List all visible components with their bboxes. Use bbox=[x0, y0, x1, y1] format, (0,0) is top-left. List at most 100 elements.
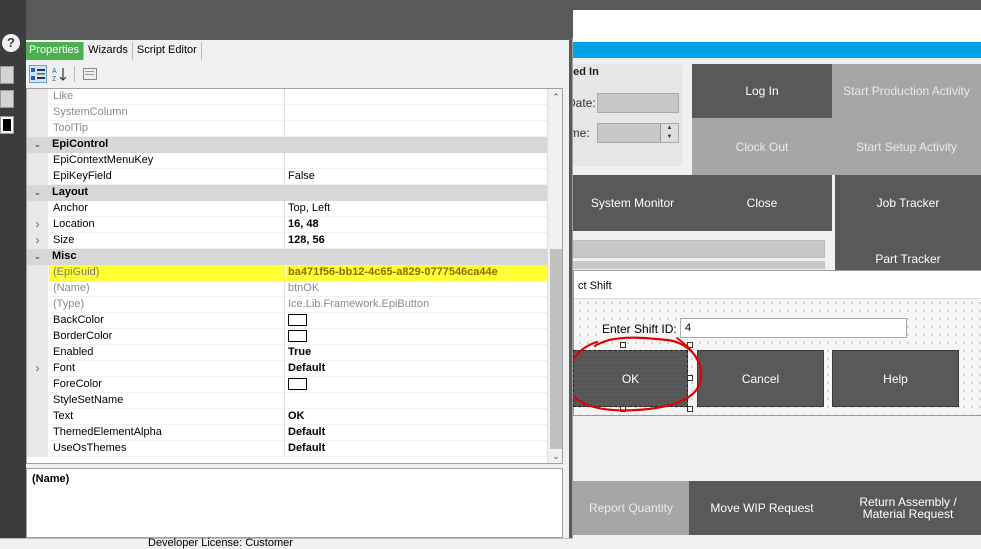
property-value[interactable]: 16, 48 bbox=[286, 217, 547, 233]
property-value[interactable]: OK bbox=[286, 409, 547, 425]
accent-bar bbox=[573, 42, 981, 58]
property-name: SystemColumn bbox=[49, 105, 285, 121]
shift-id-input[interactable] bbox=[680, 318, 907, 338]
clock-out-button[interactable]: Clock Out bbox=[692, 118, 832, 175]
toolbox-item-2[interactable] bbox=[0, 90, 14, 108]
collapse-chevron-icon[interactable]: ⌄ bbox=[27, 249, 48, 265]
move-wip-button[interactable]: Move WIP Request bbox=[689, 481, 835, 535]
property-row[interactable]: Text OK bbox=[27, 409, 547, 425]
property-value[interactable]: Default bbox=[286, 361, 547, 377]
log-in-label: Log In bbox=[745, 84, 779, 98]
property-name: Location bbox=[49, 217, 285, 233]
color-swatch[interactable] bbox=[288, 378, 307, 391]
property-row[interactable]: EpiKeyField False bbox=[27, 169, 547, 185]
grid-scrollbar[interactable]: ⌃ ⌄ bbox=[547, 89, 562, 463]
property-row[interactable]: BorderColor bbox=[27, 329, 547, 345]
row-gutter bbox=[27, 441, 48, 457]
collapse-chevron-icon[interactable]: ⌄ bbox=[27, 185, 48, 201]
resize-handle-bottom[interactable] bbox=[620, 406, 626, 412]
property-name: BorderColor bbox=[49, 329, 285, 345]
description-title: (Name) bbox=[32, 473, 70, 485]
property-row[interactable]: EpiContextMenuKey bbox=[27, 153, 547, 169]
scroll-down-icon[interactable]: ⌄ bbox=[548, 449, 562, 463]
expand-chevron-icon[interactable]: › bbox=[27, 361, 48, 377]
property-row[interactable]: Like bbox=[27, 89, 547, 105]
property-row[interactable]: (Name) btnOK bbox=[27, 281, 547, 297]
alphabetical-view-button[interactable]: A Z bbox=[51, 65, 69, 83]
property-value[interactable]: False bbox=[286, 169, 547, 185]
resize-handle-top-right[interactable] bbox=[687, 342, 693, 348]
property-row[interactable]: › Location 16, 48 bbox=[27, 217, 547, 233]
property-category[interactable]: ⌄ Layout bbox=[27, 185, 547, 201]
property-row[interactable]: UseOsThemes Default bbox=[27, 441, 547, 457]
return-assembly-label: Return Assembly / Material Request bbox=[859, 495, 957, 521]
property-row[interactable]: ToolTip bbox=[27, 121, 547, 137]
expand-chevron-icon[interactable]: › bbox=[27, 217, 48, 233]
resize-handle-right[interactable] bbox=[687, 375, 693, 381]
property-value[interactable] bbox=[286, 377, 547, 393]
property-value[interactable]: Default bbox=[286, 425, 547, 441]
property-category[interactable]: ⌄ EpiControl bbox=[27, 137, 547, 153]
toolbox-item-3[interactable] bbox=[0, 116, 14, 134]
property-row[interactable]: StyleSetName bbox=[27, 393, 547, 409]
ok-button[interactable]: OK bbox=[573, 350, 688, 407]
property-value[interactable] bbox=[286, 153, 547, 169]
tab-script-editor[interactable]: Script Editor bbox=[133, 42, 202, 60]
property-value[interactable] bbox=[286, 313, 547, 329]
cancel-button[interactable]: Cancel bbox=[697, 350, 824, 407]
time-spinner[interactable]: ▲ ▼ bbox=[660, 124, 678, 142]
property-value[interactable]: btnOK bbox=[286, 281, 547, 297]
property-row[interactable]: ForeColor bbox=[27, 377, 547, 393]
property-value[interactable]: True bbox=[286, 345, 547, 361]
property-value[interactable] bbox=[286, 105, 547, 121]
description-pane: (Name) bbox=[26, 468, 563, 538]
color-swatch[interactable] bbox=[288, 330, 307, 343]
resize-handle-top[interactable] bbox=[620, 342, 626, 348]
report-quantity-button[interactable]: Report Quantity bbox=[573, 481, 689, 535]
toolbar-separator bbox=[74, 66, 75, 82]
scrollbar-thumb[interactable] bbox=[550, 249, 562, 449]
tab-wizards[interactable]: Wizards bbox=[84, 42, 133, 60]
categorized-view-button[interactable] bbox=[29, 65, 47, 83]
property-row[interactable]: Enabled True bbox=[27, 345, 547, 361]
help-icon[interactable]: ? bbox=[2, 34, 20, 52]
close-tile-button[interactable]: Close bbox=[692, 175, 832, 231]
property-category[interactable]: ⌄ Misc bbox=[27, 249, 547, 265]
property-row[interactable]: ThemedElementAlpha Default bbox=[27, 425, 547, 441]
system-monitor-button[interactable]: System Monitor bbox=[573, 175, 692, 231]
collapse-chevron-icon[interactable]: ⌄ bbox=[27, 137, 48, 153]
log-in-button[interactable]: Log In bbox=[692, 64, 832, 118]
toolbox-item-1[interactable] bbox=[0, 66, 14, 84]
resize-handle-bottom-right[interactable] bbox=[687, 406, 693, 412]
property-pages-button[interactable] bbox=[81, 65, 99, 83]
color-swatch[interactable] bbox=[288, 314, 307, 327]
expand-chevron-icon[interactable]: › bbox=[27, 233, 48, 249]
help-button[interactable]: Help bbox=[832, 350, 959, 407]
property-row[interactable]: SystemColumn bbox=[27, 105, 547, 121]
spin-down-icon[interactable]: ▼ bbox=[661, 133, 678, 142]
property-value[interactable] bbox=[286, 329, 547, 345]
property-row[interactable]: BackColor bbox=[27, 313, 547, 329]
start-production-button[interactable]: Start Production Activity bbox=[832, 64, 981, 118]
property-value[interactable] bbox=[286, 393, 547, 409]
return-assembly-button[interactable]: Return Assembly / Material Request bbox=[835, 481, 981, 535]
property-value[interactable]: Default bbox=[286, 441, 547, 457]
date-field[interactable] bbox=[597, 93, 679, 113]
property-row[interactable]: (Type) Ice.Lib.Framework.EpiButton bbox=[27, 297, 547, 313]
category-label: Layout bbox=[52, 186, 89, 198]
property-value[interactable]: Top, Left bbox=[286, 201, 547, 217]
window-header bbox=[0, 0, 573, 38]
tab-properties[interactable]: Properties bbox=[26, 42, 85, 60]
scroll-up-icon[interactable]: ⌃ bbox=[548, 90, 562, 104]
spin-up-icon[interactable]: ▲ bbox=[661, 124, 678, 133]
property-row[interactable]: › Size 128, 56 bbox=[27, 233, 547, 249]
property-value[interactable] bbox=[286, 89, 547, 105]
property-value[interactable]: 128, 56 bbox=[286, 233, 547, 249]
toolbox-item-3-icon bbox=[3, 119, 11, 131]
property-value[interactable]: Ice.Lib.Framework.EpiButton bbox=[286, 297, 547, 313]
property-row[interactable]: Anchor Top, Left bbox=[27, 201, 547, 217]
start-setup-button[interactable]: Start Setup Activity bbox=[832, 118, 981, 175]
property-value[interactable] bbox=[286, 121, 547, 137]
job-tracker-button[interactable]: Job Tracker bbox=[835, 175, 981, 231]
property-row[interactable]: › Font Default bbox=[27, 361, 547, 377]
